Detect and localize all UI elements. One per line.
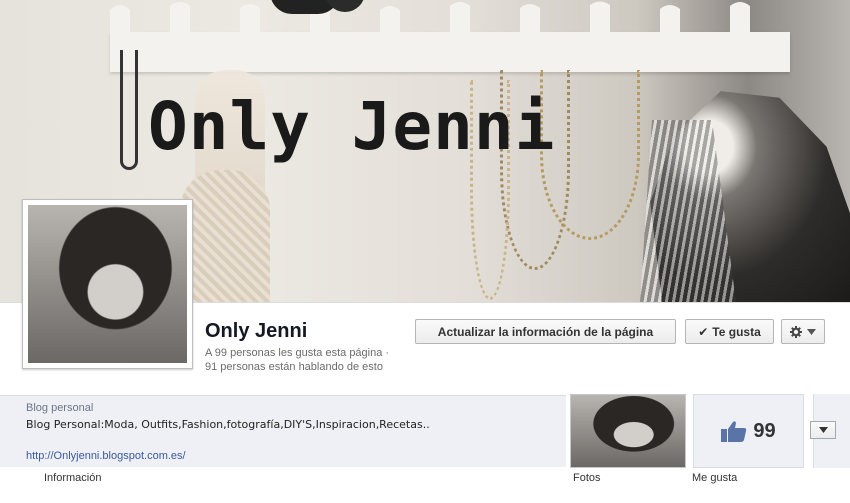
chevron-down-icon [807,328,816,335]
page-title[interactable]: Only Jenni [205,320,307,343]
tab-likes[interactable]: Me gusta [692,472,737,484]
settings-dropdown-button[interactable] [781,319,825,344]
shelf-teeth [110,1,750,34]
like-button[interactable]: ✔ Te gusta [685,319,774,344]
update-info-label: Actualizar la información de la página [437,324,654,339]
knit-bag [180,170,270,302]
tab-information[interactable]: Información [44,472,101,484]
photos-tile[interactable] [570,394,686,468]
wall-shelf [110,32,790,72]
website-link[interactable]: http://Onlyjenni.blogspot.com.es/ [26,450,186,462]
more-apps-button[interactable] [810,421,836,439]
about-category: Blog personal [26,402,94,414]
thumbs-up-icon [721,421,747,442]
likes-tile[interactable]: 99 [693,394,804,468]
check-icon: ✔ [698,324,709,339]
cover-title: Only Jenni [148,88,556,165]
talking-stat: 91 personas están hablando de esto [205,361,383,373]
likes-count: 99 [753,419,776,442]
update-info-button[interactable]: Actualizar la información de la página [415,319,676,344]
like-label: Te gusta [712,324,761,339]
photos-thumbnail [571,395,685,467]
gear-icon [790,325,802,338]
tab-photos[interactable]: Fotos [573,472,601,484]
about-description: Blog Personal:Moda, Outfits,Fashion,foto… [26,418,430,431]
likes-stat[interactable]: A 99 personas les gusta esta página · [205,347,389,359]
bag-strap [120,50,138,170]
profile-picture[interactable] [22,199,193,369]
profile-photo [28,205,187,363]
chevron-down-icon [818,427,828,433]
